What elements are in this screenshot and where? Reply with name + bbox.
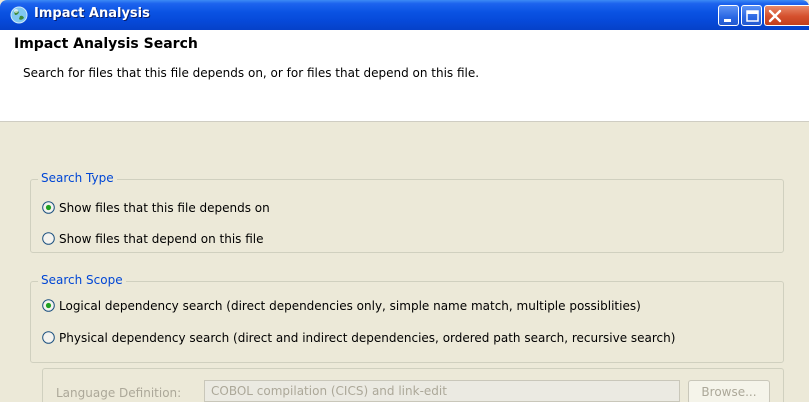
search-scope-group	[30, 281, 784, 363]
radio-selected-icon	[42, 201, 55, 214]
browse-button[interactable]: Browse...	[688, 380, 770, 402]
minimize-button[interactable]	[718, 5, 739, 26]
radio-label: Physical dependency search (direct and i…	[59, 331, 676, 345]
close-button[interactable]	[764, 5, 809, 26]
search-scope-label: Search Scope	[38, 273, 126, 287]
window-title: Impact Analysis	[34, 6, 150, 21]
radio-unselected-icon	[42, 331, 55, 344]
minimize-icon	[724, 19, 731, 22]
radio-unselected-icon	[42, 232, 55, 245]
maximize-button[interactable]	[741, 5, 762, 26]
maximize-icon	[746, 10, 759, 22]
close-icon	[768, 9, 782, 23]
language-definition-label: Language Definition:	[56, 386, 182, 400]
header-title: Impact Analysis Search	[14, 36, 198, 52]
header-description: Search for files that this file depends …	[23, 66, 480, 80]
radio-label: Show files that this file depends on	[59, 201, 270, 215]
globe-icon	[10, 6, 28, 24]
search-type-label: Search Type	[38, 171, 117, 185]
radio-label: Show files that depend on this file	[59, 232, 264, 246]
impact-analysis-dialog: Impact Analysis Impact Analysis Search S…	[0, 0, 809, 402]
language-definition-field[interactable]: COBOL compilation (CICS) and link-edit	[204, 380, 680, 402]
title-bar[interactable]: Impact Analysis	[0, 0, 809, 30]
radio-selected-icon	[42, 299, 55, 312]
radio-label: Logical dependency search (direct depend…	[59, 299, 641, 313]
